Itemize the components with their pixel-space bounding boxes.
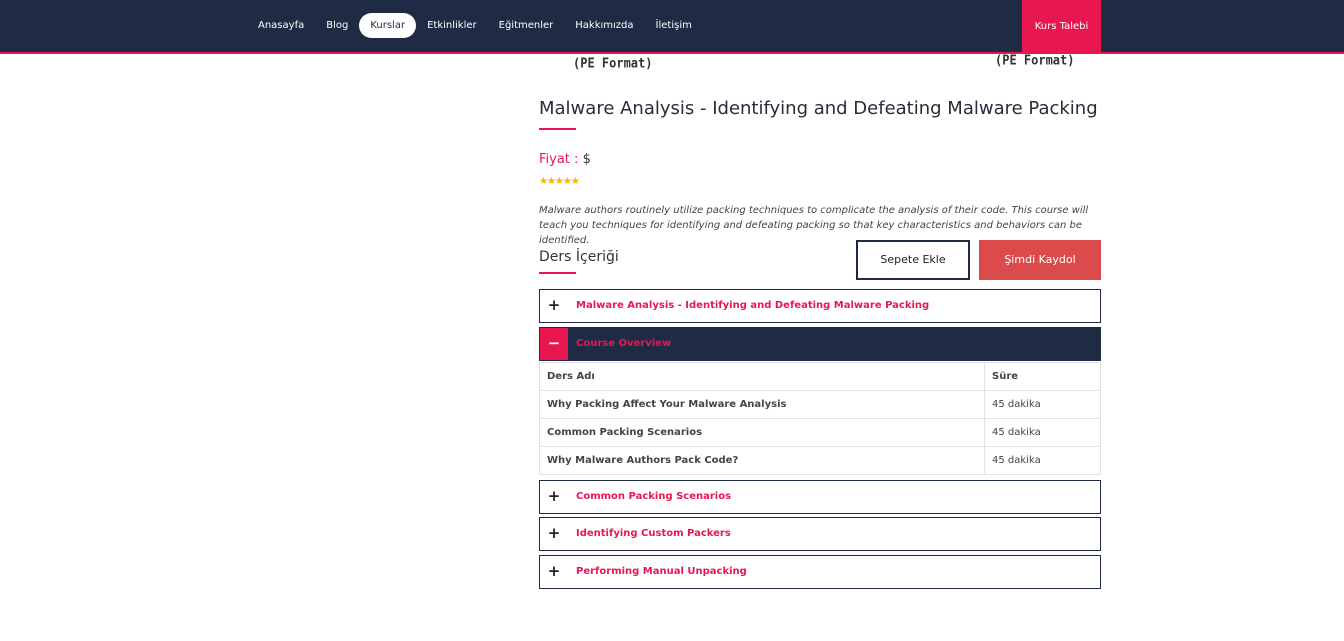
- accordion-item-identifying-custom-packers[interactable]: + Identifying Custom Packers: [539, 517, 1101, 551]
- section-underline: [539, 272, 576, 274]
- nav-menu: Anasayfa Blog Kurslar Etkinlikler Eğitme…: [247, 13, 703, 38]
- lesson-duration: 45 dakika: [984, 418, 1101, 447]
- content-section-label: Ders İçeriği: [539, 249, 619, 265]
- price: Fiyat : $: [539, 152, 591, 167]
- accordion-item-malware-analysis[interactable]: + Malware Analysis - Identifying and Def…: [539, 289, 1101, 323]
- table-row: Why Packing Affect Your Malware Analysis…: [539, 390, 1101, 419]
- lesson-duration: 45 dakika: [984, 446, 1101, 475]
- image-caption-left: (PE Format): [573, 55, 653, 71]
- accordion-label: Identifying Custom Packers: [576, 528, 731, 539]
- lesson-name: Common Packing Scenarios: [539, 418, 985, 447]
- plus-icon: +: [547, 562, 561, 580]
- rating-stars-icon: ★★★★★: [539, 176, 580, 187]
- lesson-duration: 45 dakika: [984, 390, 1101, 419]
- nav-item-anasayfa[interactable]: Anasayfa: [247, 13, 315, 38]
- minus-icon: −: [540, 328, 568, 360]
- accordion-label: Common Packing Scenarios: [576, 491, 732, 502]
- lesson-name: Why Malware Authors Pack Code?: [539, 446, 985, 475]
- nav-item-egitmenler[interactable]: Eğitmenler: [488, 13, 565, 38]
- price-label: Fiyat :: [539, 152, 579, 167]
- plus-icon: +: [547, 296, 561, 314]
- accordion-item-course-overview[interactable]: − Course Overview: [539, 327, 1101, 361]
- enroll-now-button[interactable]: Şimdi Kaydol: [979, 240, 1101, 280]
- price-value: $: [582, 152, 591, 167]
- accordion-label: Performing Manual Unpacking: [576, 566, 747, 577]
- accordion-item-manual-unpacking[interactable]: + Performing Manual Unpacking: [539, 555, 1101, 589]
- accordion-item-common-packing-scenarios[interactable]: + Common Packing Scenarios: [539, 480, 1101, 514]
- column-header-lesson-name: Ders Adı: [539, 362, 985, 391]
- add-to-cart-button[interactable]: Sepete Ekle: [856, 240, 970, 280]
- nav-item-blog[interactable]: Blog: [315, 13, 359, 38]
- plus-icon: +: [547, 487, 561, 505]
- nav-item-kurslar[interactable]: Kurslar: [359, 13, 417, 38]
- lesson-name: Why Packing Affect Your Malware Analysis: [539, 390, 985, 419]
- table-header-row: Ders Adı Süre: [539, 362, 1101, 391]
- course-request-button[interactable]: Kurs Talebi: [1022, 0, 1101, 54]
- title-underline: [539, 128, 576, 130]
- nav-item-hakkimizda[interactable]: Hakkımızda: [564, 13, 644, 38]
- accordion-label: Malware Analysis - Identifying and Defea…: [576, 300, 930, 311]
- table-row: Common Packing Scenarios 45 dakika: [539, 418, 1101, 447]
- column-header-duration: Süre: [984, 362, 1101, 391]
- image-caption-right: (PE Format): [995, 52, 1075, 68]
- table-row: Why Malware Authors Pack Code? 45 dakika: [539, 446, 1101, 475]
- nav-item-etkinlikler[interactable]: Etkinlikler: [416, 13, 488, 38]
- plus-icon: +: [547, 524, 561, 542]
- lessons-table: Ders Adı Süre Why Packing Affect Your Ma…: [539, 362, 1101, 475]
- top-navbar: Anasayfa Blog Kurslar Etkinlikler Eğitme…: [0, 0, 1344, 54]
- accordion-label: Course Overview: [576, 338, 672, 349]
- course-title: Malware Analysis - Identifying and Defea…: [539, 98, 1098, 119]
- nav-item-iletisim[interactable]: İletişim: [645, 13, 703, 38]
